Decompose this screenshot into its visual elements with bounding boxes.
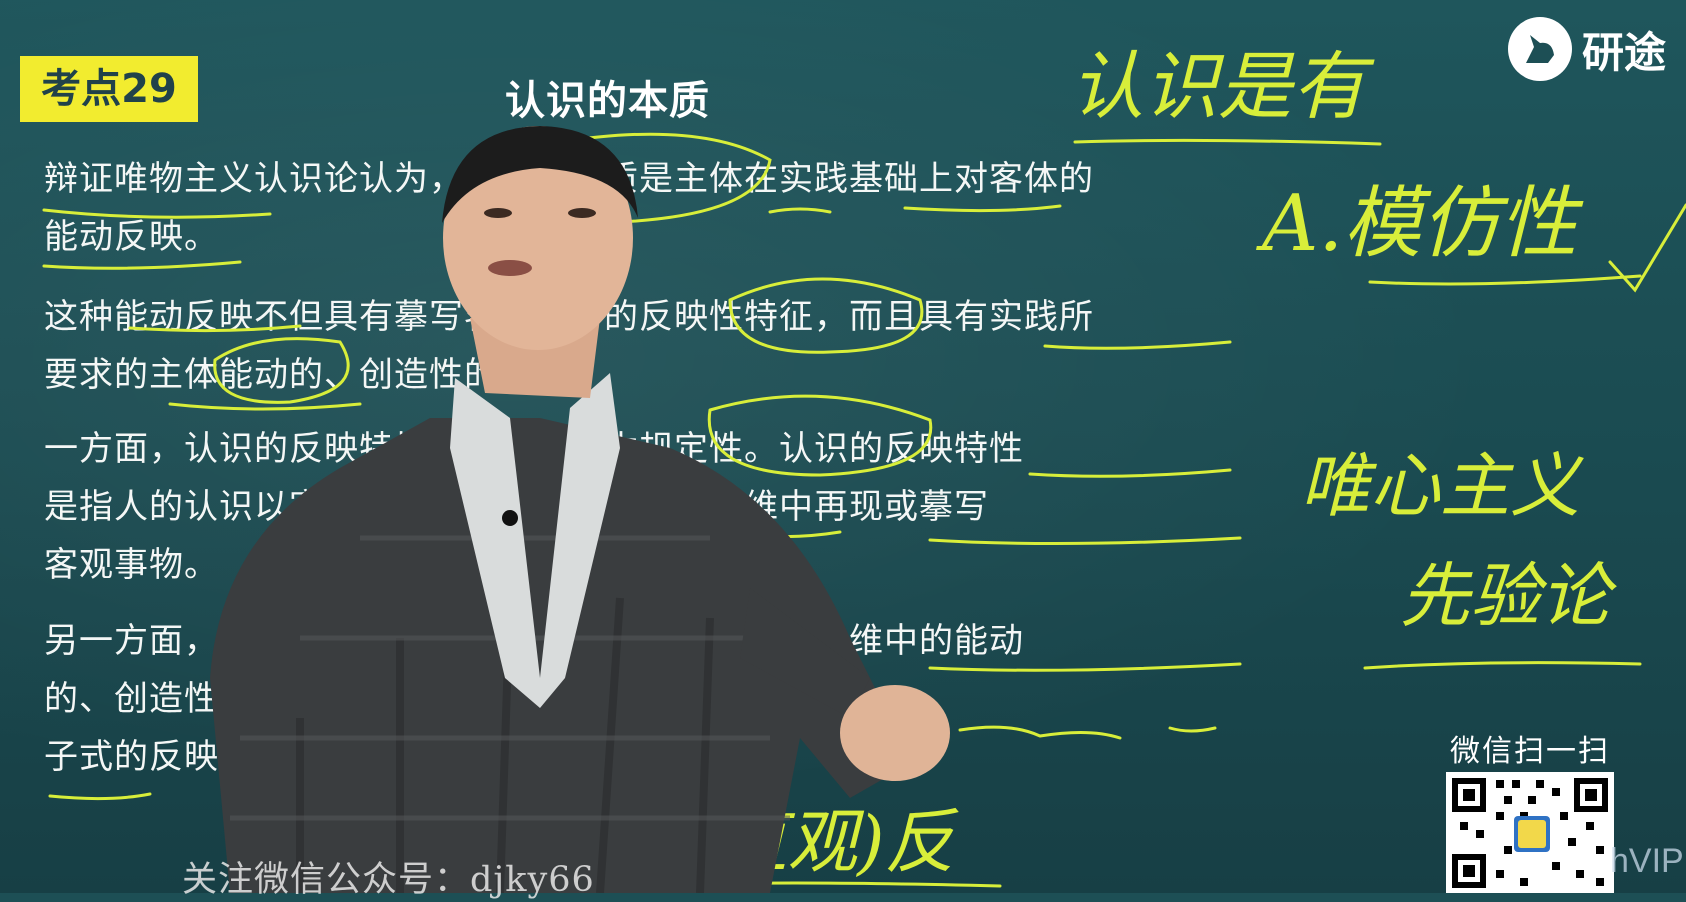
vip-watermark: hVIP bbox=[1610, 842, 1684, 880]
presenter bbox=[210, 126, 950, 893]
wechat-scan-label: 微信扫一扫 bbox=[1450, 734, 1610, 769]
qr-code bbox=[1446, 772, 1614, 893]
topic-badge: 考点29 bbox=[20, 56, 198, 122]
logo-text: 研途 bbox=[1581, 27, 1666, 77]
follow-wechat-caption: 关注微信公众号：djky66 bbox=[182, 860, 595, 900]
lapel-microphone bbox=[502, 510, 518, 526]
brand-logo: 研途 bbox=[1507, 12, 1666, 86]
fist bbox=[840, 685, 950, 781]
unicorn-icon bbox=[1507, 17, 1572, 81]
